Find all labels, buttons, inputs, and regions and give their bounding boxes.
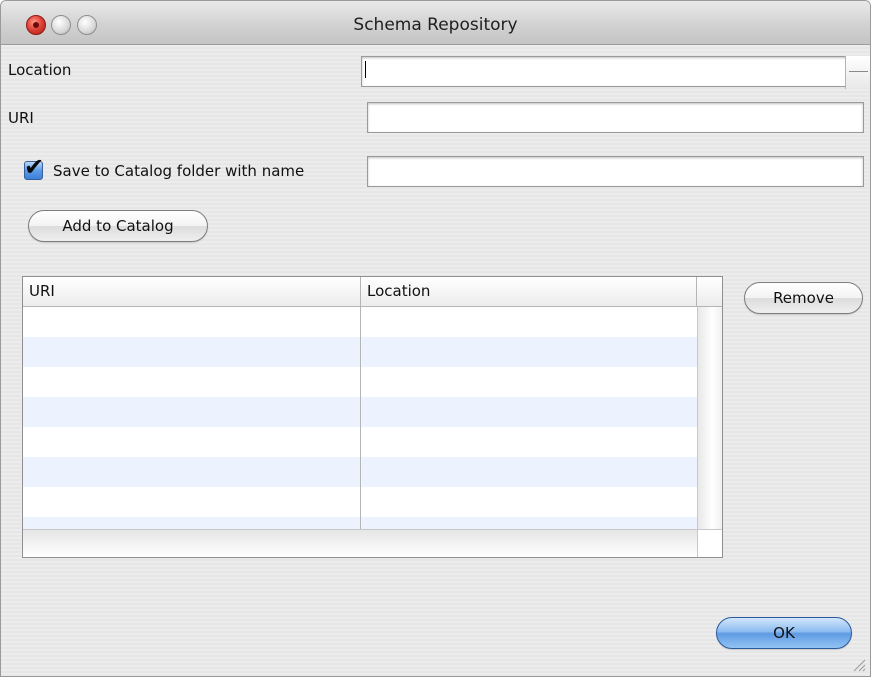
window-title: Schema Repository [353, 15, 518, 35]
resize-grip-icon[interactable] [852, 658, 866, 672]
location-label: Location [8, 61, 72, 79]
ok-button[interactable]: OK [716, 617, 852, 649]
scroll-corner [697, 529, 722, 557]
column-header-uri[interactable]: URI [23, 277, 361, 306]
vertical-scrollbar[interactable] [697, 307, 722, 529]
catalog-name-input[interactable] [367, 156, 864, 187]
catalog-table[interactable]: URI Location [22, 276, 723, 558]
column-divider [360, 307, 361, 529]
text-cursor [365, 61, 366, 78]
save-to-catalog-label[interactable]: Save to Catalog folder with name [53, 162, 304, 180]
save-to-catalog-checkbox[interactable]: ✔ [24, 155, 44, 180]
column-header-corner [697, 277, 722, 306]
location-combo-field[interactable] [361, 56, 870, 89]
checkmark-icon: ✔ [24, 153, 45, 181]
add-to-catalog-button[interactable]: Add to Catalog [28, 210, 208, 242]
column-header-location[interactable]: Location [361, 277, 697, 306]
uri-input[interactable] [367, 102, 864, 133]
horizontal-scrollbar[interactable] [23, 529, 697, 557]
location-dropdown-button[interactable] [845, 56, 870, 89]
table-header: URI Location [23, 277, 722, 307]
title-bar[interactable]: Schema Repository [1, 1, 870, 45]
schema-repository-window: Schema Repository Location URI ✔ Save to… [0, 0, 871, 677]
remove-button[interactable]: Remove [744, 282, 863, 314]
uri-label: URI [8, 109, 34, 127]
